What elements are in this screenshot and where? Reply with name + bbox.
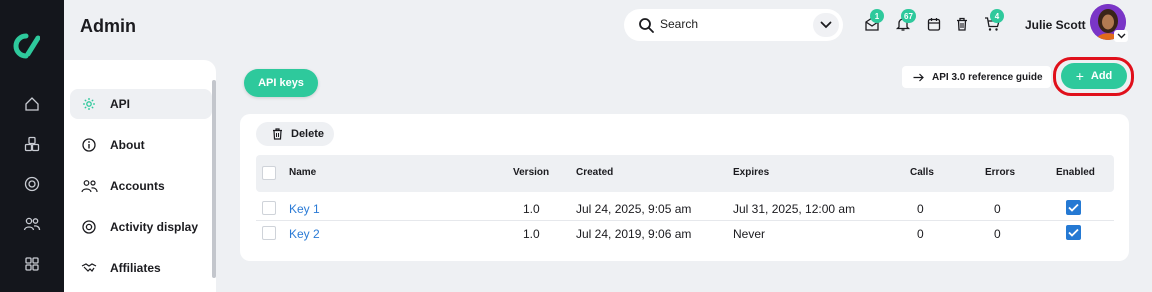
table-header: Name Version Created Expires Calls Error…: [256, 155, 1114, 192]
delete-button-label: Delete: [291, 128, 325, 140]
calls-cell: 0: [917, 227, 924, 241]
users-icon: [80, 177, 98, 195]
calendar-button[interactable]: [925, 15, 943, 33]
column-header-name[interactable]: Name: [289, 167, 316, 178]
target-icon[interactable]: [22, 174, 42, 194]
expires-cell: Never: [733, 227, 766, 241]
errors-cell: 0: [994, 227, 1001, 241]
cubes-icon[interactable]: [22, 134, 42, 154]
enabled-checkbox[interactable]: [1066, 225, 1081, 240]
sidebar-item-label: API: [110, 97, 131, 111]
trash-icon: [957, 17, 967, 31]
key-name-link[interactable]: Key 2: [289, 227, 320, 241]
column-header-created[interactable]: Created: [576, 167, 613, 178]
column-header-calls[interactable]: Calls: [910, 167, 934, 178]
created-cell: Jul 24, 2019, 9:06 am: [576, 227, 692, 241]
handshake-icon: [80, 259, 98, 277]
row-checkbox[interactable]: [262, 226, 276, 240]
column-header-expires[interactable]: Expires: [733, 167, 769, 178]
info-icon: [80, 136, 98, 154]
tab-api-keys[interactable]: API keys: [244, 69, 318, 97]
add-button-label: Add: [1090, 70, 1113, 82]
app-logo[interactable]: [12, 32, 40, 60]
sidebar-item-accounts[interactable]: Accounts: [70, 171, 212, 201]
trash-button[interactable]: [953, 15, 971, 33]
key-name-link[interactable]: Key 1: [289, 202, 320, 216]
gear-icon: [80, 95, 98, 113]
calls-cell: 0: [917, 202, 924, 216]
sidebar-scrollbar[interactable]: [212, 80, 216, 278]
sidebar-item-about[interactable]: About: [70, 130, 212, 160]
search-icon: [639, 18, 654, 33]
created-cell: Jul 24, 2025, 9:05 am: [576, 202, 692, 216]
enabled-checkbox[interactable]: [1066, 200, 1081, 215]
plus-icon: +: [1075, 68, 1084, 84]
users-icon[interactable]: [22, 214, 42, 234]
sidebar-item-api[interactable]: API: [70, 89, 212, 119]
expires-cell: Jul 31, 2025, 12:00 am: [733, 202, 856, 216]
api-reference-guide-label: API 3.0 reference guide: [932, 71, 1043, 83]
apps-grid-icon[interactable]: [22, 254, 42, 274]
messages-badge: 1: [870, 9, 884, 23]
version-cell: 1.0: [523, 227, 540, 241]
target-icon: [80, 218, 98, 236]
cart-button[interactable]: 4: [983, 9, 1004, 33]
check-icon: [1068, 228, 1079, 237]
search-input[interactable]: Search: [660, 17, 698, 31]
check-icon: [1068, 203, 1079, 212]
trash-icon: [271, 128, 283, 140]
row-checkbox[interactable]: [262, 201, 276, 215]
chevron-down-icon: [820, 21, 832, 29]
api-reference-guide-link[interactable]: API 3.0 reference guide: [902, 66, 1051, 88]
version-cell: 1.0: [523, 202, 540, 216]
cart-badge: 4: [990, 9, 1004, 23]
search-box[interactable]: Search: [624, 9, 843, 41]
search-filter-dropdown[interactable]: [813, 13, 839, 37]
settings-sidebar: API About Accounts Activity display Affi…: [64, 60, 216, 292]
user-name[interactable]: Julie Scott: [1025, 18, 1086, 32]
home-icon[interactable]: [22, 94, 42, 114]
user-menu-chevron[interactable]: [1114, 30, 1128, 42]
calendar-icon: [927, 18, 941, 31]
column-header-enabled[interactable]: Enabled: [1056, 167, 1095, 178]
column-header-errors[interactable]: Errors: [985, 167, 1015, 178]
row-divider: [256, 220, 1114, 221]
sidebar-item-label: Activity display: [110, 220, 199, 234]
add-button[interactable]: + Add: [1061, 63, 1127, 89]
notifications-badge: 67: [901, 9, 916, 23]
sidebar-item-activity-display[interactable]: Activity display: [70, 212, 212, 242]
app-rail: [0, 0, 64, 292]
notifications-button[interactable]: 67: [894, 9, 916, 33]
sidebar-item-affiliates[interactable]: Affiliates: [70, 253, 212, 283]
sidebar-item-label: Affiliates: [110, 261, 161, 275]
page-title: Admin: [80, 16, 136, 36]
errors-cell: 0: [994, 202, 1001, 216]
arrow-right-icon: [912, 71, 924, 83]
sidebar-item-label: Accounts: [110, 179, 165, 193]
messages-button[interactable]: 1: [863, 9, 884, 33]
delete-button[interactable]: Delete: [256, 122, 334, 146]
sidebar-item-label: About: [110, 138, 145, 152]
column-header-version[interactable]: Version: [513, 167, 549, 178]
select-all-checkbox[interactable]: [262, 166, 276, 180]
chevron-down-icon: [1117, 33, 1125, 39]
